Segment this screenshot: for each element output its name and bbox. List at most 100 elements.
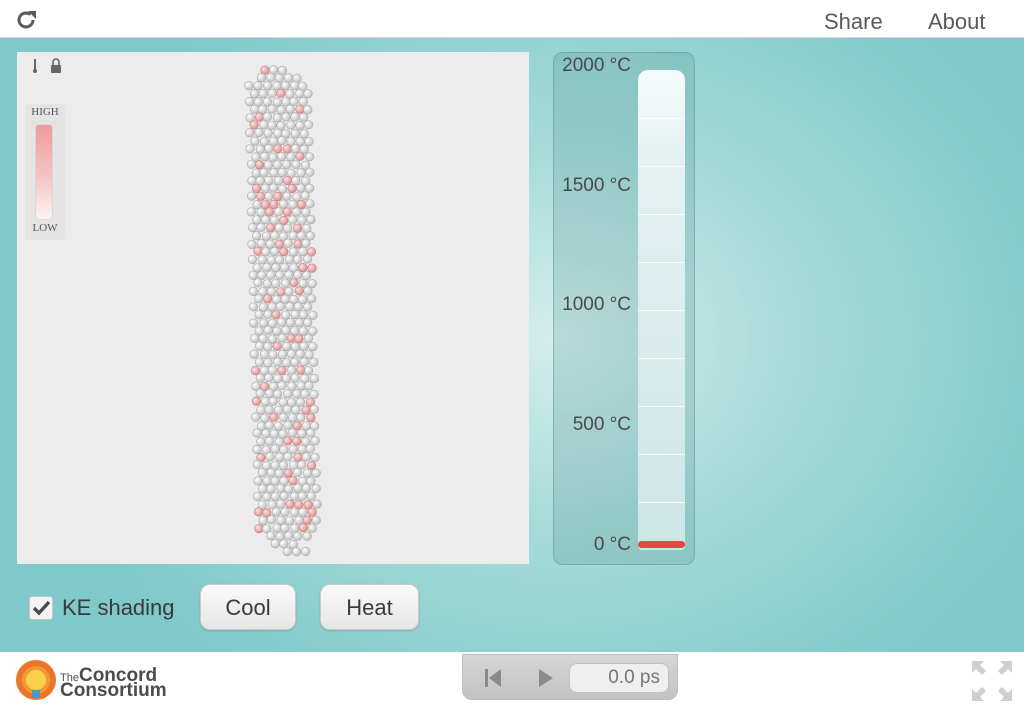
atom[interactable] [281, 112, 291, 122]
atom[interactable] [292, 389, 302, 399]
atom[interactable] [282, 341, 292, 352]
atom[interactable] [301, 207, 311, 217]
atom[interactable] [277, 167, 287, 178]
atom[interactable] [284, 254, 295, 264]
atom[interactable] [304, 136, 314, 147]
atom[interactable] [297, 428, 307, 439]
atom[interactable] [276, 88, 286, 98]
atom[interactable] [258, 88, 268, 99]
atom[interactable] [245, 96, 255, 107]
atom[interactable] [290, 373, 300, 383]
atom[interactable] [296, 183, 306, 193]
atom[interactable] [290, 112, 300, 122]
atom[interactable] [311, 483, 321, 494]
atom[interactable] [278, 412, 289, 422]
atom[interactable] [255, 160, 265, 170]
atom[interactable] [245, 144, 255, 154]
atom[interactable] [306, 491, 317, 501]
atom[interactable] [262, 112, 272, 122]
atom[interactable] [282, 404, 293, 414]
atom[interactable] [302, 468, 313, 478]
atom[interactable] [291, 547, 302, 557]
atom[interactable] [303, 333, 314, 344]
atom[interactable] [295, 120, 305, 131]
atom[interactable] [297, 491, 308, 501]
atom[interactable] [285, 89, 295, 99]
atom[interactable] [286, 152, 296, 162]
atom[interactable] [264, 207, 274, 217]
atom[interactable] [303, 318, 313, 328]
atom[interactable] [252, 491, 263, 502]
atom[interactable] [304, 381, 314, 391]
atom[interactable] [311, 515, 321, 525]
atom[interactable] [270, 539, 280, 549]
atom[interactable] [263, 128, 273, 138]
atom[interactable] [276, 483, 286, 493]
atom[interactable] [300, 389, 310, 399]
atom[interactable] [277, 135, 287, 146]
atom[interactable] [273, 207, 284, 217]
atom[interactable] [266, 515, 277, 525]
atom[interactable] [306, 428, 316, 438]
atom[interactable] [282, 546, 292, 557]
atom[interactable] [295, 88, 305, 99]
atom[interactable] [276, 499, 286, 509]
atom[interactable] [278, 199, 289, 209]
atom[interactable] [288, 199, 298, 209]
cool-button[interactable]: Cool [200, 584, 296, 630]
atom[interactable] [303, 302, 313, 312]
atom[interactable] [307, 507, 317, 517]
atom[interactable] [301, 238, 311, 248]
atom[interactable] [289, 278, 299, 288]
atom[interactable] [286, 333, 296, 343]
atom[interactable] [280, 507, 290, 517]
atom[interactable] [277, 333, 287, 343]
atom[interactable] [299, 310, 309, 320]
atom[interactable] [298, 326, 308, 336]
share-link[interactable]: Share [824, 9, 883, 35]
atom[interactable] [253, 278, 263, 288]
atom[interactable] [279, 539, 289, 549]
atom[interactable] [283, 420, 293, 430]
atom[interactable] [288, 215, 298, 225]
atom[interactable] [307, 523, 317, 533]
atom[interactable] [308, 342, 318, 352]
atom[interactable] [301, 546, 311, 557]
atom[interactable] [254, 524, 264, 534]
atom[interactable] [252, 459, 262, 470]
atom[interactable] [246, 159, 257, 169]
atom[interactable] [305, 231, 316, 241]
atom[interactable] [285, 516, 295, 526]
atom[interactable] [303, 105, 313, 115]
atom[interactable] [300, 191, 310, 201]
atom[interactable] [261, 231, 272, 241]
atom[interactable] [303, 120, 314, 130]
atom[interactable] [264, 143, 274, 154]
atom[interactable] [270, 476, 280, 486]
atom[interactable] [297, 460, 307, 470]
atom[interactable] [253, 476, 263, 486]
atom[interactable] [264, 175, 274, 186]
atom[interactable] [248, 302, 258, 312]
atom[interactable] [272, 160, 282, 170]
ke-shading-checkbox[interactable] [29, 596, 53, 620]
atom[interactable] [266, 223, 276, 233]
atom[interactable] [302, 515, 312, 525]
atom[interactable] [270, 491, 280, 502]
atom[interactable] [266, 72, 276, 82]
atom[interactable] [263, 80, 273, 91]
atom[interactable] [294, 334, 304, 344]
atom[interactable] [304, 350, 314, 360]
atom[interactable] [248, 222, 258, 233]
atom[interactable] [256, 191, 266, 201]
atom[interactable] [264, 420, 274, 430]
atom[interactable] [285, 104, 295, 114]
atom[interactable] [294, 515, 304, 525]
atom[interactable] [270, 231, 280, 241]
atom[interactable] [299, 129, 309, 139]
atom[interactable] [283, 436, 293, 446]
atom[interactable] [284, 270, 294, 280]
atom[interactable] [260, 183, 271, 193]
atom[interactable] [272, 523, 282, 533]
atom[interactable] [275, 301, 286, 312]
